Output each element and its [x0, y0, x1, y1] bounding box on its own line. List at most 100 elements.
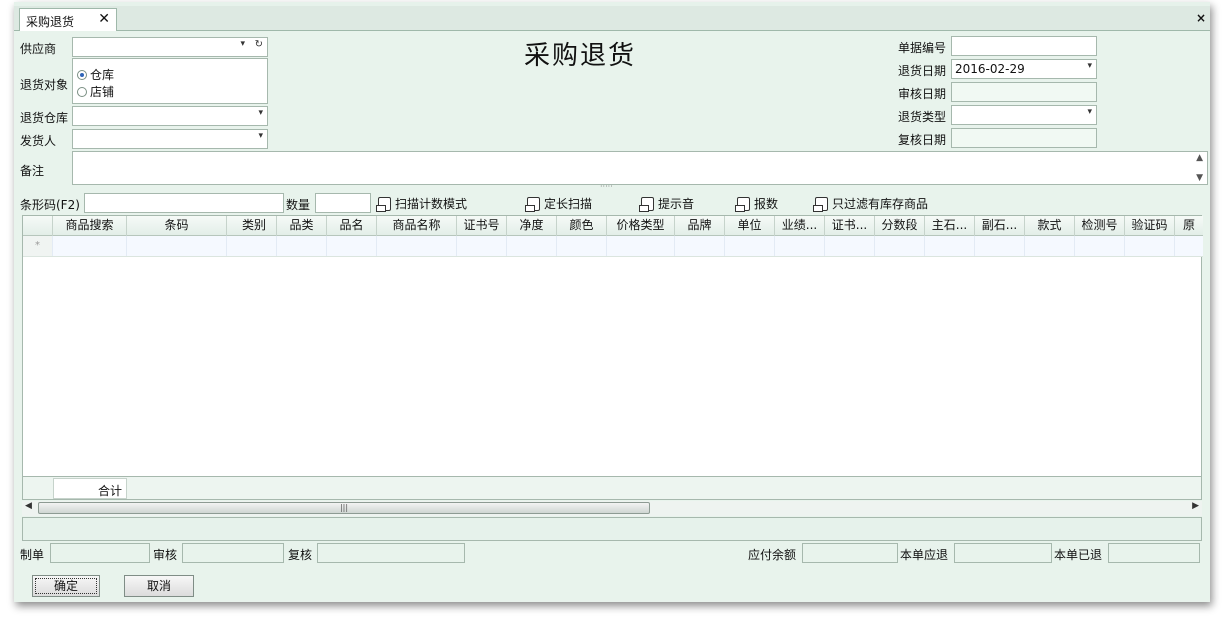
- doc-no-field[interactable]: [951, 36, 1097, 56]
- memo-field[interactable]: ▲ ▼: [72, 151, 1208, 185]
- column-header[interactable]: 原: [1175, 216, 1203, 236]
- column-header[interactable]: 证书号: [457, 216, 507, 236]
- column-header[interactable]: 主石...: [925, 216, 975, 236]
- reviewer-field: [317, 543, 465, 563]
- returned-label: 本单已退: [1054, 548, 1103, 562]
- maker-label: 制单: [20, 548, 45, 562]
- column-header[interactable]: 净度: [507, 216, 557, 236]
- option-fixed-length-scan[interactable]: 定长扫描: [525, 195, 593, 212]
- option-in-stock-only[interactable]: 只过滤有库存商品: [813, 195, 928, 212]
- table-cell[interactable]: [227, 236, 277, 256]
- return-date-picker[interactable]: 2016-02-29 ▾: [951, 59, 1097, 79]
- table-cell[interactable]: [825, 236, 875, 256]
- radio-warehouse[interactable]: 仓库: [77, 66, 114, 83]
- table-cell[interactable]: [675, 236, 725, 256]
- table-cell[interactable]: [1075, 236, 1125, 256]
- radio-warehouse-label: 仓库: [90, 68, 115, 82]
- column-header[interactable]: 品牌: [675, 216, 725, 236]
- grid-header: 商品搜索 条码 类别 品类 品名 商品名称 证书号 净度 颜色 价格类型 品牌 …: [23, 216, 1203, 236]
- table-cell[interactable]: [975, 236, 1025, 256]
- cancel-button[interactable]: 取消: [124, 575, 194, 597]
- option-label: 扫描计数模式: [395, 197, 468, 211]
- table-cell[interactable]: [557, 236, 607, 256]
- table-cell[interactable]: [607, 236, 675, 256]
- chevron-down-icon[interactable]: ▾: [1087, 61, 1092, 71]
- column-header[interactable]: 款式: [1025, 216, 1075, 236]
- column-header[interactable]: 检测号: [1075, 216, 1125, 236]
- column-header[interactable]: 品类: [277, 216, 327, 236]
- column-header[interactable]: 品名: [327, 216, 377, 236]
- table-cell[interactable]: [925, 236, 975, 256]
- table-cell[interactable]: [127, 236, 227, 256]
- scroll-down-icon[interactable]: ▼: [1196, 173, 1203, 183]
- column-header[interactable]: 验证码: [1125, 216, 1175, 236]
- review-date-field: [951, 128, 1097, 148]
- table-cell[interactable]: [277, 236, 327, 256]
- new-row-marker: *: [23, 236, 53, 256]
- tab-purchase-return[interactable]: 采购退货 ✕: [19, 8, 117, 31]
- table-cell[interactable]: [507, 236, 557, 256]
- option-label: 定长扫描: [544, 197, 593, 211]
- barcode-label: 条形码(F2): [20, 198, 80, 212]
- checkbox-icon: [735, 196, 750, 212]
- column-header[interactable]: 颜色: [557, 216, 607, 236]
- table-cell[interactable]: [327, 236, 377, 256]
- chevron-down-icon[interactable]: ▾: [240, 39, 245, 49]
- column-header[interactable]: 证书...: [825, 216, 875, 236]
- table-cell[interactable]: [1025, 236, 1075, 256]
- column-header[interactable]: 商品搜索: [53, 216, 127, 236]
- return-date-label: 退货日期: [898, 64, 947, 78]
- chevron-down-icon[interactable]: ▾: [258, 108, 263, 118]
- radio-store[interactable]: 店铺: [77, 83, 114, 100]
- table-cell[interactable]: [775, 236, 825, 256]
- refresh-icon[interactable]: ↻: [255, 39, 263, 50]
- return-type-combo[interactable]: ▾: [951, 105, 1097, 125]
- table-cell[interactable]: [1125, 236, 1175, 256]
- table-cell[interactable]: [875, 236, 925, 256]
- tab-close-icon[interactable]: ✕: [98, 11, 110, 27]
- column-header[interactable]: 条码: [127, 216, 227, 236]
- column-header[interactable]: 单位: [725, 216, 775, 236]
- return-warehouse-combo[interactable]: ▾: [72, 106, 268, 126]
- table-cell[interactable]: [725, 236, 775, 256]
- auditor-label: 审核: [153, 548, 178, 562]
- column-header[interactable]: 价格类型: [607, 216, 675, 236]
- row-indicator-header: [23, 216, 53, 236]
- column-header[interactable]: 商品名称: [377, 216, 457, 236]
- table-cell[interactable]: [53, 236, 127, 256]
- window-close-icon[interactable]: ×: [1196, 11, 1206, 25]
- option-beep[interactable]: 提示音: [639, 195, 694, 212]
- option-scan-count-mode[interactable]: 扫描计数模式: [376, 195, 468, 212]
- column-header[interactable]: 类别: [227, 216, 277, 236]
- product-grid[interactable]: 商品搜索 条码 类别 品类 品名 商品名称 证书号 净度 颜色 价格类型 品牌 …: [22, 215, 1203, 477]
- option-announce-count[interactable]: 报数: [735, 195, 779, 212]
- column-header[interactable]: 分数段: [875, 216, 925, 236]
- shipper-label: 发货人: [20, 134, 57, 148]
- table-cell[interactable]: [457, 236, 507, 256]
- return-type-label: 退货类型: [898, 110, 947, 124]
- splitter-grip[interactable]: ·····: [600, 182, 613, 191]
- checkbox-icon: [376, 196, 391, 212]
- scroll-left-icon[interactable]: ◀: [25, 501, 32, 511]
- scroll-thumb[interactable]: |||: [38, 502, 650, 514]
- table-row-new[interactable]: *: [23, 236, 1203, 257]
- shipper-combo[interactable]: ▾: [72, 129, 268, 149]
- ok-button[interactable]: 确定: [32, 575, 100, 597]
- scroll-up-icon[interactable]: ▲: [1196, 153, 1203, 163]
- return-warehouse-label: 退货仓库: [20, 111, 69, 125]
- table-cell[interactable]: [377, 236, 457, 256]
- chevron-down-icon[interactable]: ▾: [1087, 107, 1092, 117]
- auditor-field: [182, 543, 284, 563]
- should-return-field: [954, 543, 1052, 563]
- barcode-input[interactable]: [84, 193, 284, 213]
- table-cell[interactable]: [1175, 236, 1203, 256]
- supplier-combo[interactable]: ▾ ↻: [72, 37, 268, 57]
- column-header[interactable]: 业绩...: [775, 216, 825, 236]
- chevron-down-icon[interactable]: ▾: [258, 131, 263, 141]
- column-header[interactable]: 副石...: [975, 216, 1025, 236]
- scroll-right-icon[interactable]: ▶: [1192, 501, 1199, 511]
- horizontal-scrollbar[interactable]: ◀ ||| ▶: [22, 501, 1202, 516]
- qty-input[interactable]: [315, 193, 371, 213]
- reviewer-label: 复核: [288, 548, 313, 562]
- option-label: 报数: [754, 197, 779, 211]
